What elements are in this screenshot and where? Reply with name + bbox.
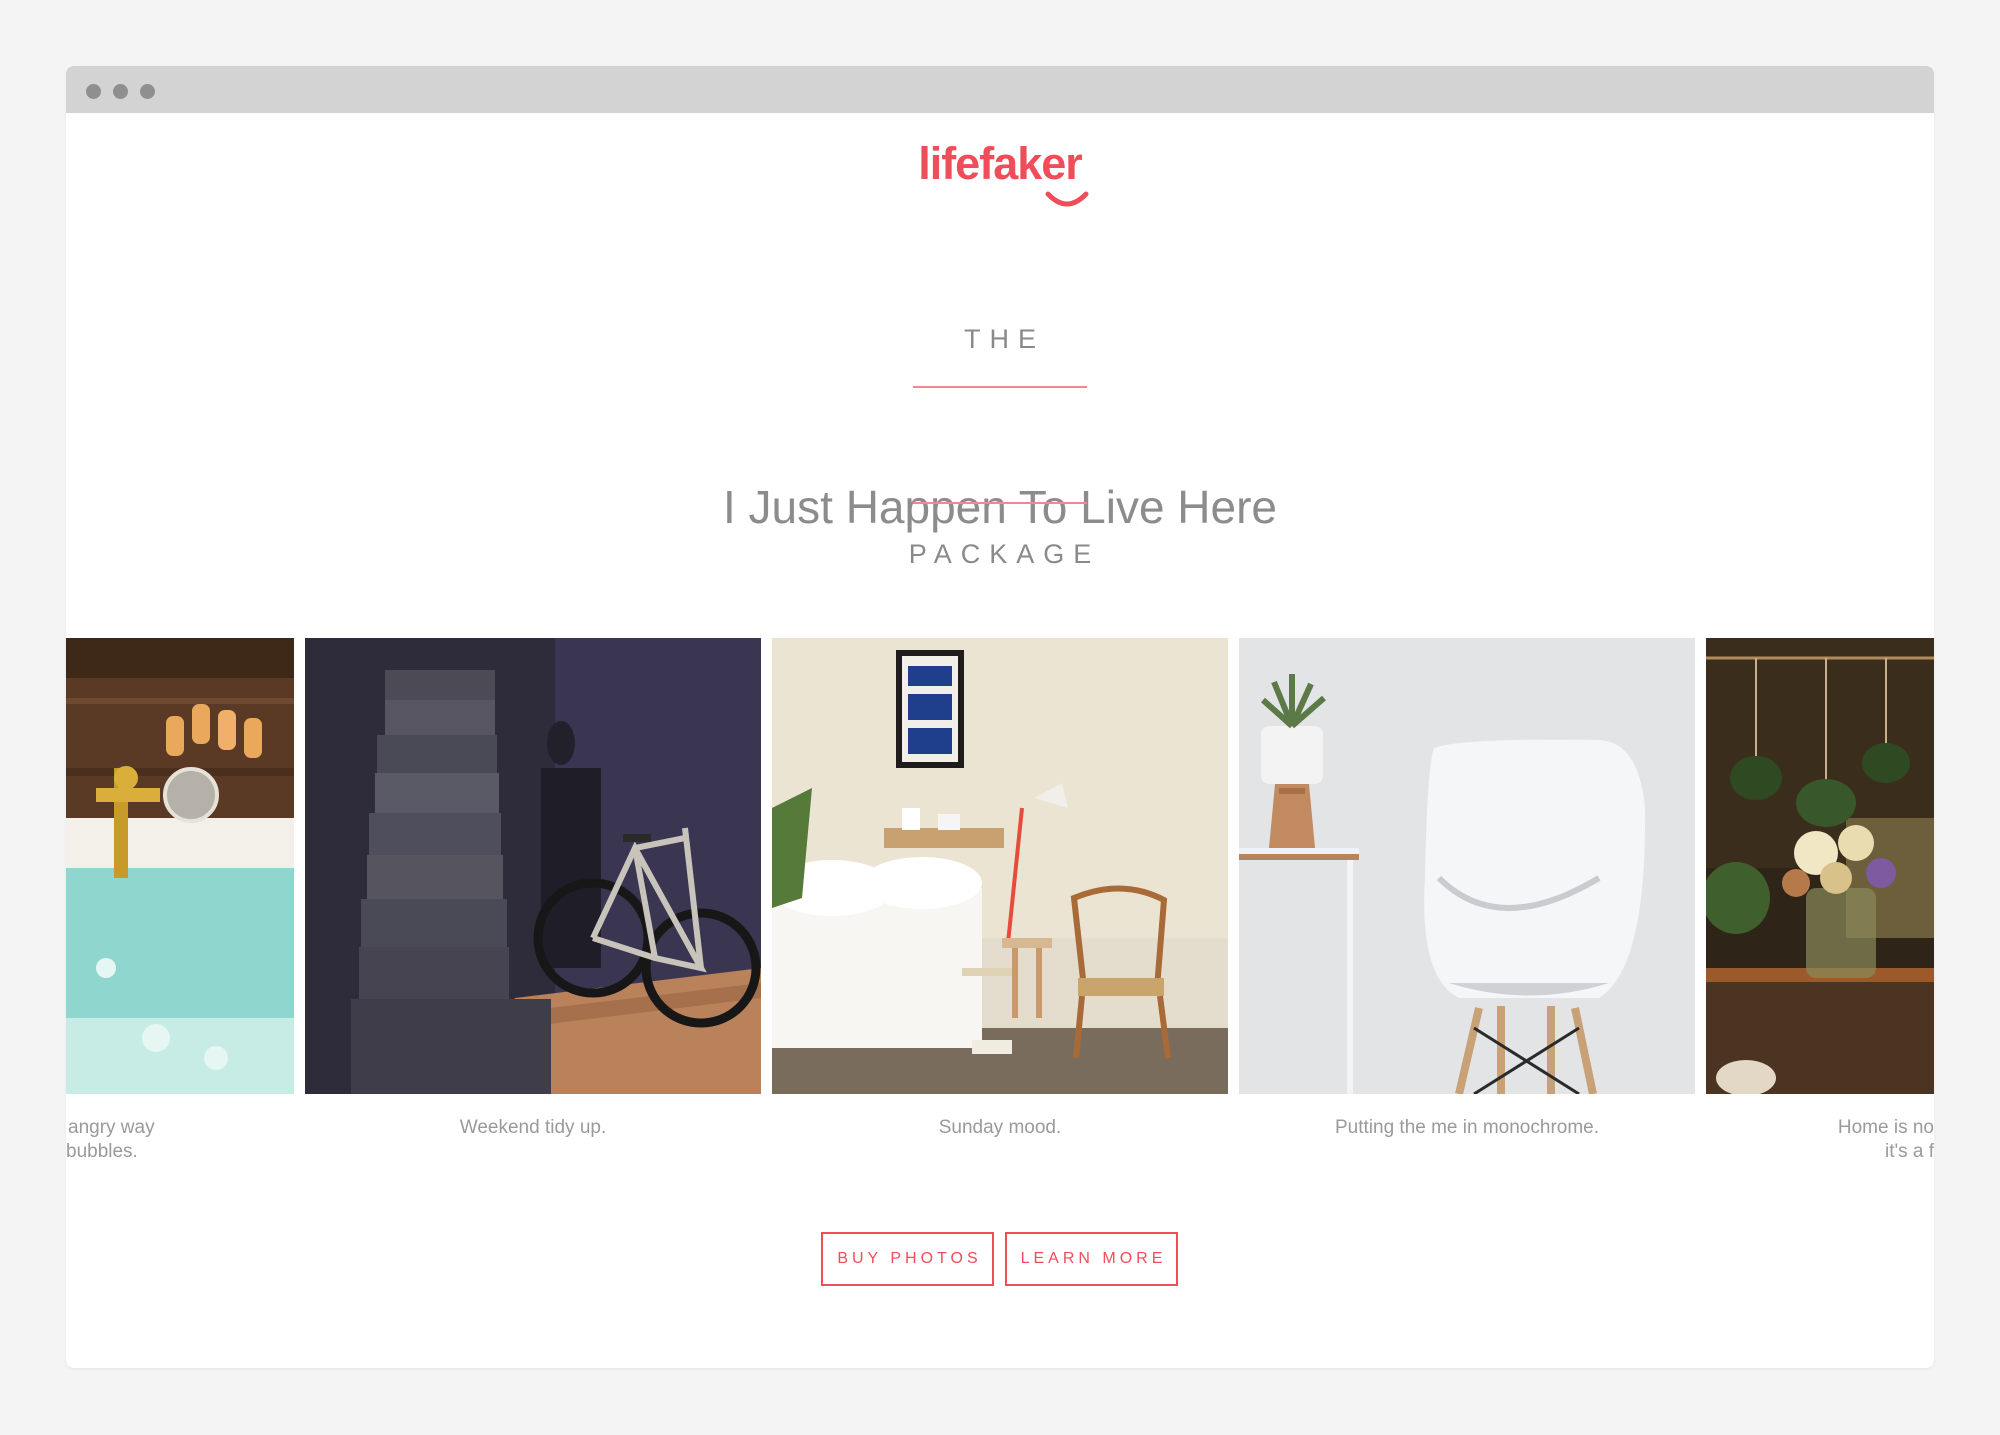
divider-bottom bbox=[913, 502, 1087, 504]
gallery-photo-plants[interactable] bbox=[1706, 638, 1934, 1094]
kicker-top: THE bbox=[964, 324, 1045, 354]
caption-line: bubbles. bbox=[66, 1141, 138, 1162]
staircase-bicycle-photo-icon bbox=[305, 638, 761, 1094]
bedroom-photo-icon bbox=[772, 638, 1228, 1094]
lifefaker-logo[interactable]: lifefaker bbox=[66, 138, 1934, 190]
window-dot-icon[interactable] bbox=[140, 84, 155, 99]
buy-photos-button[interactable]: BUY PHOTOS bbox=[821, 1232, 994, 1286]
caption-line: Home is no bbox=[1837, 1117, 1934, 1138]
gallery-photo-bath[interactable] bbox=[66, 638, 294, 1094]
smile-logo-icon bbox=[1045, 191, 1089, 207]
window-dot-icon[interactable] bbox=[86, 84, 101, 99]
photo-caption: angry way bubbles. bbox=[66, 1116, 294, 1164]
photo-caption: Putting the me in monochrome. bbox=[1334, 1117, 1600, 1138]
browser-titlebar bbox=[66, 66, 1934, 113]
white-chair-photo-icon bbox=[1239, 638, 1695, 1094]
caption-line: angry way bbox=[68, 1117, 155, 1138]
page-title: I Just Happen To Live Here bbox=[722, 481, 1278, 533]
browser-window: lifefaker THE I Just Happen To Live Here… bbox=[66, 66, 1934, 1368]
bathtub-photo-icon bbox=[66, 638, 294, 1094]
gallery-photo-chair[interactable] bbox=[1239, 638, 1695, 1094]
kicker-bottom: PACKAGE bbox=[908, 539, 1101, 569]
gallery-photo-bedroom[interactable] bbox=[772, 638, 1228, 1094]
photo-caption: Sunday mood. bbox=[938, 1117, 1062, 1138]
photo-caption: Home is no it's a f bbox=[1786, 1116, 1934, 1164]
gallery-photo-staircase[interactable] bbox=[305, 638, 761, 1094]
window-dot-icon[interactable] bbox=[113, 84, 128, 99]
learn-more-button[interactable]: LEARN MORE bbox=[1005, 1232, 1178, 1286]
plants-flowers-photo-icon bbox=[1706, 638, 1934, 1094]
photo-caption: Weekend tidy up. bbox=[459, 1117, 607, 1138]
caption-line: it's a f bbox=[1884, 1141, 1934, 1162]
divider-top bbox=[913, 386, 1087, 388]
